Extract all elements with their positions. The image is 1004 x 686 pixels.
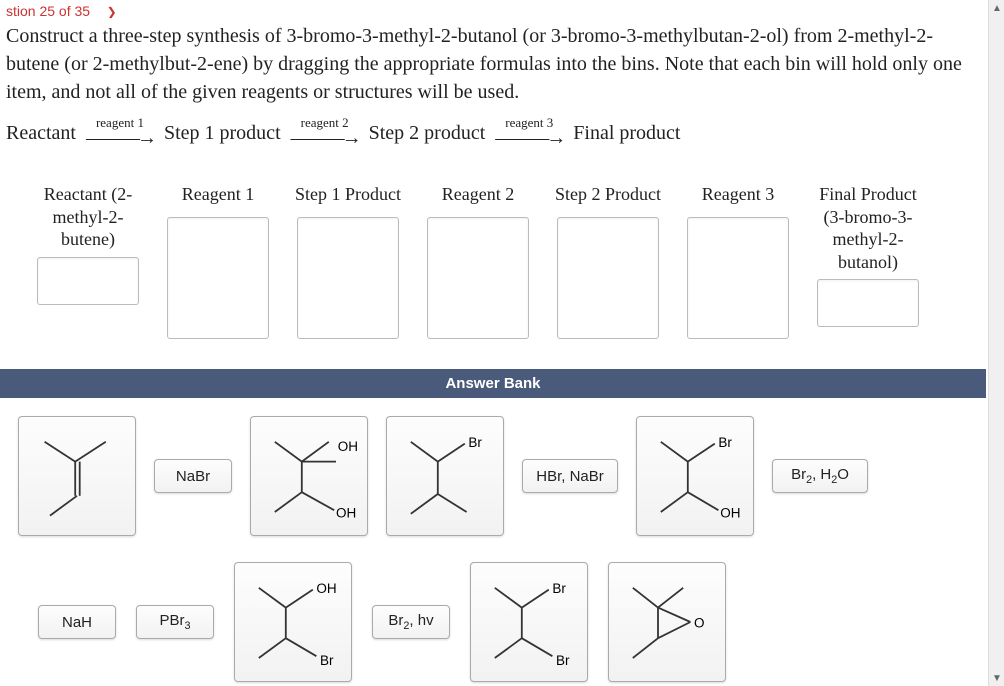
bin-step1-product: Step 1 Product xyxy=(292,183,404,339)
svg-text:Br: Br xyxy=(468,435,482,450)
svg-text:OH: OH xyxy=(336,505,356,520)
scheme-final-product: Final product xyxy=(573,122,680,145)
svg-text:Br: Br xyxy=(552,581,566,596)
scheme-reactant: Reactant xyxy=(6,122,76,145)
tile-structure-alkyl-bromide[interactable]: Br xyxy=(386,416,504,536)
bin-slot-step1-product[interactable] xyxy=(297,217,399,339)
svg-text:OH: OH xyxy=(720,505,740,520)
breadcrumb: stion 25 of 35 ❯ xyxy=(0,0,986,18)
bin-slot-step2-product[interactable] xyxy=(557,217,659,339)
scroll-down-icon[interactable]: ▼ xyxy=(989,670,1004,686)
drop-bins-row: Reactant (2-methyl-2-butene) Reagent 1 S… xyxy=(0,168,986,369)
svg-text:Br: Br xyxy=(320,653,334,668)
tile-structure-diol[interactable]: OH OH xyxy=(250,416,368,536)
tile-reagent-nah[interactable]: NaH xyxy=(38,605,116,639)
bin-slot-reactant[interactable] xyxy=(37,257,139,305)
bin-step2-product: Step 2 Product xyxy=(552,183,664,339)
svg-text:O: O xyxy=(694,615,705,630)
scheme-step2-product: Step 2 product xyxy=(369,122,486,145)
bin-slot-reagent-2[interactable] xyxy=(427,217,529,339)
answer-bank-title: Answer Bank xyxy=(0,369,986,398)
tile-structure-epoxide[interactable]: O xyxy=(608,562,726,682)
bin-slot-final-product[interactable] xyxy=(817,279,919,327)
instruction-text: Construct a three-step synthesis of 3-br… xyxy=(0,18,986,116)
vertical-scrollbar[interactable]: ▲ ▼ xyxy=(988,0,1004,686)
scheme-arrow-2: reagent 2 ———→ xyxy=(291,116,359,150)
svg-text:Br: Br xyxy=(718,435,732,450)
bin-reagent-3: Reagent 3 xyxy=(682,183,794,339)
scheme-arrow-1: reagent 1 ———→ xyxy=(86,116,154,150)
svg-text:Br: Br xyxy=(556,653,570,668)
chevron-right-icon: ❯ xyxy=(107,5,117,18)
tile-structure-bromohydrin-isomer[interactable]: OH Br xyxy=(234,562,352,682)
tile-reagent-nabr[interactable]: NaBr xyxy=(154,459,232,493)
tile-structure-2-methyl-2-butene[interactable] xyxy=(18,416,136,536)
reaction-scheme: Reactant reagent 1 ———→ Step 1 product r… xyxy=(0,116,986,168)
breadcrumb-text: stion 25 of 35 xyxy=(6,3,90,18)
scroll-up-icon[interactable]: ▲ xyxy=(989,0,1004,16)
tile-reagent-br2-h2o[interactable]: Br2, H2O xyxy=(772,459,868,493)
tile-structure-dibromide[interactable]: Br Br xyxy=(470,562,588,682)
answer-bank: Answer Bank NaBr xyxy=(0,369,986,682)
bin-slot-reagent-3[interactable] xyxy=(687,217,789,339)
bin-final-product: Final Product (3-bromo-3-methyl-2-butano… xyxy=(812,183,924,327)
bin-slot-reagent-1[interactable] xyxy=(167,217,269,339)
svg-text:OH: OH xyxy=(316,581,336,596)
scheme-step1-product: Step 1 product xyxy=(164,122,281,145)
svg-text:OH: OH xyxy=(338,439,358,454)
tile-reagent-pbr3[interactable]: PBr3 xyxy=(136,605,214,639)
tile-reagent-hbr-nabr[interactable]: HBr, NaBr xyxy=(522,459,618,493)
tile-reagent-br2-hv[interactable]: Br2, hv xyxy=(372,605,450,639)
bin-reagent-2: Reagent 2 xyxy=(422,183,534,339)
scheme-arrow-3: reagent 3 ———→ xyxy=(495,116,563,150)
tile-structure-bromohydrin[interactable]: Br OH xyxy=(636,416,754,536)
bin-reagent-1: Reagent 1 xyxy=(162,183,274,339)
bin-reactant: Reactant (2-methyl-2-butene) xyxy=(32,183,144,305)
